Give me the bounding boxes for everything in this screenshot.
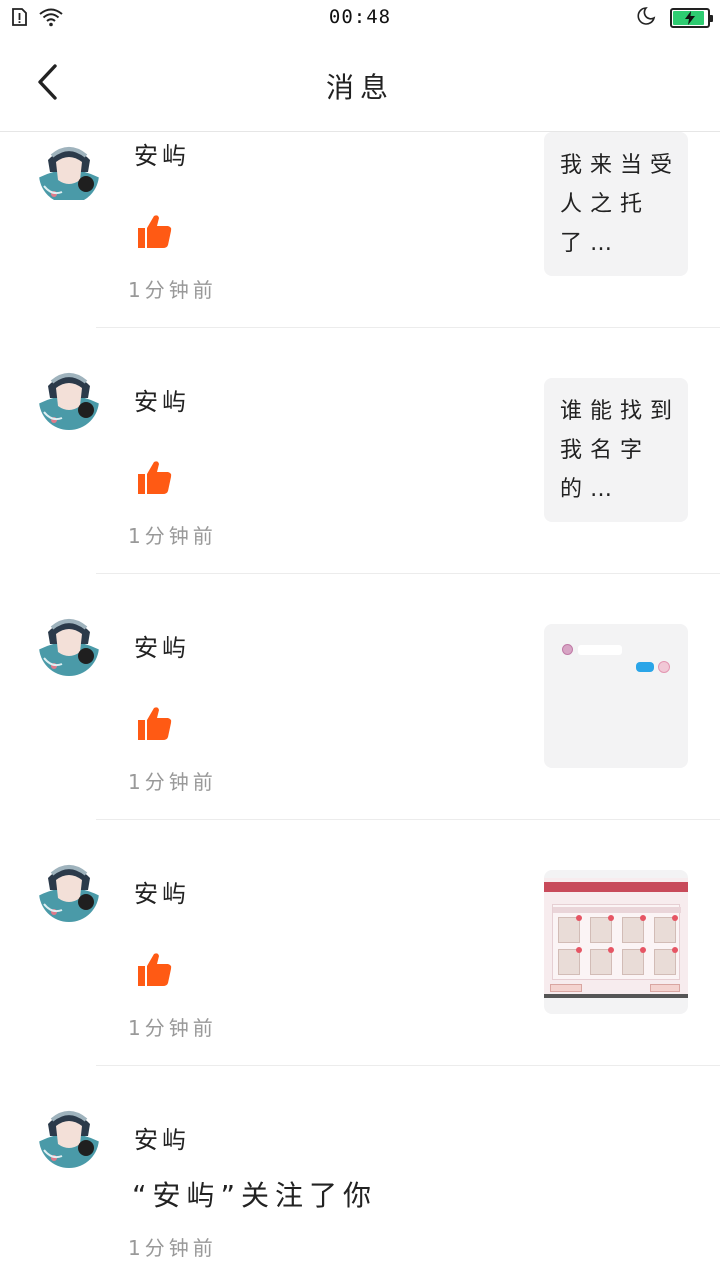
status-bar: 00:48 bbox=[0, 0, 720, 36]
thumb-panel-title bbox=[553, 907, 681, 913]
thumb-panel bbox=[552, 904, 681, 980]
thumb-cell bbox=[558, 915, 582, 943]
thumb-cell bbox=[558, 947, 582, 975]
bolt-icon bbox=[672, 10, 708, 26]
nav-bar: 消息 bbox=[0, 36, 720, 132]
follow-notice-text: “安屿”关注了你 bbox=[132, 1179, 378, 1212]
post-preview-card[interactable]: 谁能找到我名字的… bbox=[544, 378, 688, 522]
chat-screenshot-preview[interactable] bbox=[544, 624, 688, 768]
thumb-grid bbox=[558, 915, 678, 975]
list-item[interactable]: 安屿 1分钟前 bbox=[0, 820, 720, 1066]
message-list: 安屿 1分钟前 我来当受人之托了… 安屿 1分钟前 谁能找到我名字的… 安屿 1… bbox=[0, 132, 720, 1280]
list-item[interactable]: 安屿 1分钟前 我来当受人之托了… bbox=[0, 132, 720, 328]
username[interactable]: 安屿 bbox=[134, 136, 190, 171]
avatar[interactable] bbox=[38, 132, 100, 200]
list-item[interactable]: 安屿 1分钟前 bbox=[0, 574, 720, 820]
thumb-cell bbox=[654, 947, 678, 975]
thumb-cell bbox=[622, 947, 646, 975]
avatar[interactable] bbox=[38, 610, 100, 678]
thumb-footer bbox=[544, 994, 688, 998]
thumb-cell bbox=[654, 915, 678, 943]
thumb-avatar bbox=[658, 661, 670, 673]
thumbs-up-icon bbox=[135, 950, 173, 988]
thumb-bubble bbox=[636, 662, 654, 672]
time-text: 1分钟前 bbox=[128, 524, 217, 548]
username[interactable]: 安屿 bbox=[134, 1120, 190, 1155]
post-preview-text: 我来当受人之托了… bbox=[560, 153, 681, 256]
chat-thumbnail-image bbox=[544, 624, 688, 768]
game-thumbnail-image bbox=[544, 878, 688, 998]
thumb-header bbox=[544, 882, 688, 892]
avatar[interactable] bbox=[38, 364, 100, 432]
moon-icon bbox=[636, 6, 656, 30]
post-preview-card[interactable]: 我来当受人之托了… bbox=[544, 132, 688, 276]
avatar[interactable] bbox=[38, 1102, 100, 1170]
thumb-cell bbox=[590, 947, 614, 975]
thumb-bubble bbox=[578, 645, 622, 655]
page-title: 消息 bbox=[325, 71, 394, 104]
battery-cap bbox=[710, 15, 713, 22]
list-item[interactable]: 安屿 “安屿”关注了你 1分钟前 bbox=[0, 1066, 720, 1280]
thumb-cell bbox=[590, 915, 614, 943]
thumbs-up-icon bbox=[135, 212, 173, 250]
username[interactable]: 安屿 bbox=[134, 874, 190, 909]
thumb-button bbox=[550, 984, 582, 992]
status-time: 00:48 bbox=[328, 6, 392, 28]
battery-charging-icon bbox=[670, 8, 713, 28]
thumb-button bbox=[650, 984, 680, 992]
list-item[interactable]: 安屿 1分钟前 谁能找到我名字的… bbox=[0, 328, 720, 574]
time-text: 1分钟前 bbox=[128, 770, 217, 794]
post-preview-text: 谁能找到我名字的… bbox=[560, 399, 681, 502]
thumb-avatar bbox=[562, 644, 573, 655]
time-text: 1分钟前 bbox=[128, 1236, 217, 1260]
thumbs-up-icon bbox=[135, 704, 173, 742]
thumb-cell bbox=[622, 915, 646, 943]
status-right-icons bbox=[636, 6, 713, 30]
time-text: 1分钟前 bbox=[128, 278, 217, 302]
game-screenshot-preview[interactable] bbox=[544, 870, 688, 1014]
username[interactable]: 安屿 bbox=[134, 382, 190, 417]
avatar[interactable] bbox=[38, 856, 100, 924]
username[interactable]: 安屿 bbox=[134, 628, 190, 663]
time-text: 1分钟前 bbox=[128, 1016, 217, 1040]
thumbs-up-icon bbox=[135, 458, 173, 496]
